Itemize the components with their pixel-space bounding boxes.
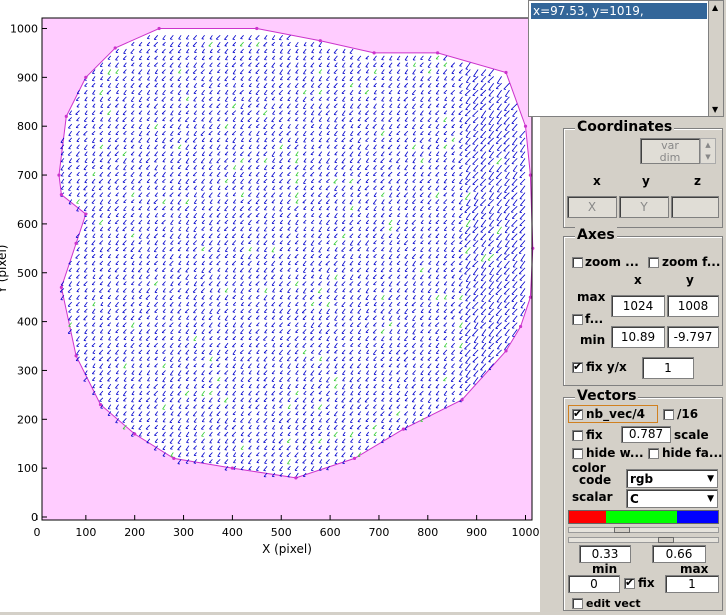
vector-field-plot[interactable]: 01002003004005006007008009001000 0100200… xyxy=(0,0,540,612)
plot-canvas[interactable]: 01002003004005006007008009001000 0100200… xyxy=(0,0,540,612)
